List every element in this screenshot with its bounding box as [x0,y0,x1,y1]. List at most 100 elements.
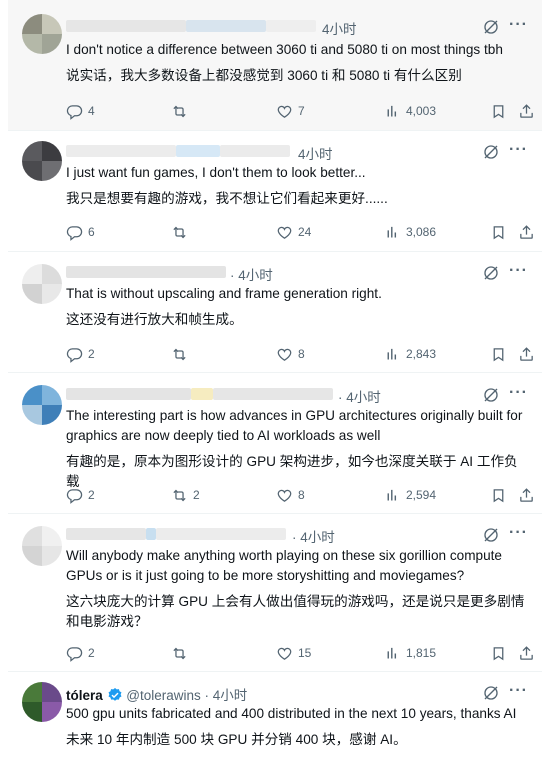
user-handle[interactable]: @tolerawins [126,688,200,703]
tweet-actions: 2 2 8 2,594 [66,486,530,506]
tweet-header: tólera @tolerawins · 4小时 ··· [66,682,530,703]
retweet-button[interactable] [171,223,193,241]
avatar[interactable] [22,682,62,722]
more-icon[interactable]: ··· [509,16,528,34]
tweet-header: 4小时 ··· [66,16,530,38]
like-button[interactable]: 8 [276,345,305,363]
avatar[interactable] [22,526,62,566]
retweet-button[interactable] [171,102,193,120]
like-button[interactable]: 7 [276,102,305,120]
tweet[interactable]: tólera @tolerawins · 4小时 ··· 500 gpu uni… [8,672,542,775]
reply-button[interactable]: 6 [66,223,95,241]
retweet-button[interactable] [171,345,193,363]
grok-icon[interactable] [482,18,500,36]
redacted-name [66,145,176,157]
tweet-translation: 说实话，我大多数设备上都没感觉到 3060 ti 和 5080 ti 有什么区别 [66,68,462,83]
bookmark-button[interactable] [490,345,507,363]
display-name[interactable]: tólera [66,688,103,703]
reply-button[interactable]: 2 [66,345,95,363]
timestamp[interactable]: · 4小时 [338,386,381,406]
tweet-header: · 4小时 ··· [66,524,530,546]
retweet-icon [171,224,188,241]
avatar[interactable] [22,264,62,304]
tweet-text: Will anybody make anything worth playing… [66,548,502,583]
reply-count: 2 [88,347,95,361]
reply-icon [66,487,83,504]
retweet-button[interactable]: 2 [171,486,200,504]
bookmark-icon [490,645,507,662]
reply-feed: 4小时 ··· I don't notice a difference betw… [0,0,550,775]
more-icon[interactable]: ··· [509,384,528,402]
reply-icon [66,103,83,120]
timestamp[interactable]: · 4小时 [292,526,335,546]
share-button[interactable] [518,102,535,120]
tweet-text: The interesting part is how advances in … [66,408,523,443]
reply-button[interactable]: 2 [66,486,95,504]
avatar[interactable] [22,385,62,425]
views-icon [384,645,401,662]
tweet-actions: 6 24 3,086 [66,223,530,243]
like-button[interactable]: 8 [276,486,305,504]
timestamp[interactable]: · 4小时 [205,688,248,703]
avatar[interactable] [22,14,62,54]
more-icon[interactable]: ··· [509,524,528,542]
tweet[interactable]: 4小时 ··· I just want fun games, I don't t… [8,131,542,252]
bookmark-button[interactable] [490,223,507,241]
views-button[interactable]: 4,003 [384,102,436,120]
views-button[interactable]: 2,594 [384,486,436,504]
like-count: 8 [298,488,305,502]
views-button[interactable]: 3,086 [384,223,436,241]
tweet[interactable]: · 4小时 ··· The interesting part is how ad… [8,373,542,514]
grok-icon[interactable] [482,386,500,404]
grok-icon[interactable] [482,684,500,702]
redacted-name [66,388,191,400]
grok-icon[interactable] [482,526,500,544]
tweet-header: · 4小时 ··· [66,262,530,284]
reply-button[interactable]: 4 [66,102,95,120]
share-button[interactable] [518,486,535,504]
bookmark-button[interactable] [490,644,507,662]
timestamp[interactable]: 4小时 [322,18,357,38]
tweet-text: 500 gpu units fabricated and 400 distrib… [66,706,517,721]
more-icon[interactable]: ··· [509,141,528,159]
view-count: 2,594 [406,488,437,502]
bookmark-icon [490,487,507,504]
retweet-button[interactable] [171,644,193,662]
verified-badge-icon[interactable] [107,687,123,703]
share-button[interactable] [518,345,535,363]
views-button[interactable]: 2,843 [384,345,436,363]
share-icon [518,346,535,363]
more-icon[interactable]: ··· [509,682,528,700]
reply-button[interactable]: 2 [66,644,95,662]
view-count: 1,815 [406,646,437,660]
reply-icon [66,224,83,241]
avatar[interactable] [22,141,62,181]
tweet-actions: 2 8 2,843 [66,345,530,365]
heart-icon [276,346,293,363]
tweet-translation: 我只是想要有趣的游戏，我不想让它们看起来更好...... [66,191,388,206]
more-icon[interactable]: ··· [509,262,528,280]
bookmark-button[interactable] [490,486,507,504]
tweet-header: · 4小时 ··· [66,384,530,406]
grok-icon[interactable] [482,264,500,282]
tweet[interactable]: · 4小时 ··· Will anybody make anything wor… [8,514,542,672]
redacted-name [66,266,226,278]
view-count: 4,003 [406,104,437,118]
like-button[interactable]: 24 [276,223,311,241]
timestamp[interactable]: · 4小时 [230,264,273,284]
share-icon [518,103,535,120]
redacted-name [66,20,186,32]
reply-count: 6 [88,225,95,239]
views-button[interactable]: 1,815 [384,644,436,662]
timestamp[interactable]: 4小时 [298,143,333,163]
bookmark-button[interactable] [490,102,507,120]
tweet[interactable]: 4小时 ··· I don't notice a difference betw… [8,0,542,131]
grok-icon[interactable] [482,143,500,161]
tweet[interactable]: · 4小时 ··· That is without upscaling and … [8,252,542,373]
bookmark-icon [490,346,507,363]
share-button[interactable] [518,223,535,241]
like-button[interactable]: 15 [276,644,311,662]
views-icon [384,487,401,504]
share-button[interactable] [518,644,535,662]
tweet-actions: 2 15 1,815 [66,644,530,664]
